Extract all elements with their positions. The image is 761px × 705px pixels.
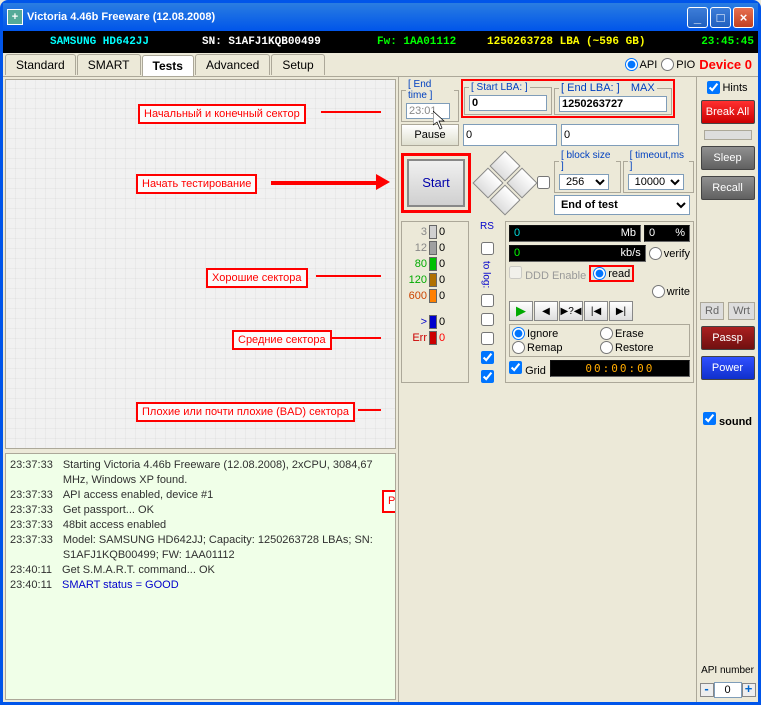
read-radio[interactable]: read <box>589 265 634 282</box>
prev-button[interactable]: ◀ <box>534 301 558 321</box>
startlba-input[interactable] <box>469 95 547 111</box>
maximize-button[interactable]: □ <box>710 7 731 28</box>
endlba-input[interactable] <box>559 96 667 112</box>
app-window: + Victoria 4.46b Freeware (12.08.2008) _… <box>0 0 761 705</box>
tab-setup[interactable]: Setup <box>271 54 324 75</box>
minimize-button[interactable]: _ <box>687 7 708 28</box>
tab-smart[interactable]: SMART <box>77 54 141 75</box>
progress-bar <box>704 130 752 140</box>
blocksize-select[interactable]: 256 <box>559 174 609 190</box>
apinum-input[interactable] <box>714 682 742 698</box>
timer-display: 00:00:00 <box>550 360 690 377</box>
startlba-field: [ Start LBA: ] <box>464 82 552 115</box>
breakall-button[interactable]: Break All <box>701 100 755 124</box>
block-legend: 30 120 800 1200 6000 >0 Err0 <box>401 221 469 383</box>
rw-indicators: RdWrt <box>700 302 755 320</box>
timeout-select[interactable]: 10000 <box>628 174 684 190</box>
remap-radio[interactable]: Remap <box>512 341 599 354</box>
titlebar[interactable]: + Victoria 4.46b Freeware (12.08.2008) _… <box>3 3 758 31</box>
recall-button[interactable]: Recall <box>701 176 755 200</box>
ddd-check[interactable]: DDD Enable <box>509 266 586 282</box>
nav-check[interactable] <box>537 176 550 189</box>
info-bar: SAMSUNG HD642JJ SN: S1AFJ1KQB00499 Fw: 1… <box>3 31 758 53</box>
restore-radio[interactable]: Restore <box>600 341 687 354</box>
tab-standard[interactable]: Standard <box>5 54 76 75</box>
drive-sn: SN: S1AFJ1KQB00499 <box>202 36 367 48</box>
drive-fw: Fw: 1AA01112 <box>377 36 477 48</box>
drive-lba: 1250263728 LBA (~596 GB) <box>487 36 688 48</box>
graph-area: Начальный и конечный сектор Начать тести… <box>5 79 396 449</box>
drive-model: SAMSUNG HD642JJ <box>7 36 192 48</box>
last-button[interactable]: ▶| <box>609 301 633 321</box>
apinum-minus[interactable]: - <box>700 683 714 697</box>
pause-button[interactable]: Pause <box>401 124 459 146</box>
verify-radio[interactable]: verify <box>649 247 690 260</box>
annot-bad: Плохие или почти плохие (BAD) сектора <box>136 402 355 422</box>
player-controls: ▶ ◀ ▶?◀ |◀ ▶| <box>509 301 690 321</box>
pio-radio[interactable]: PIO <box>661 58 695 71</box>
log-check-5[interactable] <box>481 351 494 364</box>
blocksize-field: [ block size ] 256 <box>554 150 621 193</box>
tab-bar: Standard SMART Tests Advanced Setup API … <box>3 53 758 77</box>
first-button[interactable]: |◀ <box>584 301 608 321</box>
endtime-input[interactable] <box>406 103 450 119</box>
tolog-label: to log: <box>481 261 494 288</box>
cur-lba-1[interactable] <box>463 124 557 146</box>
power-button[interactable]: Power <box>701 356 755 380</box>
start-highlight: Start <box>401 153 471 213</box>
annot-good: Хорошие сектора <box>206 268 308 288</box>
nav-diamond <box>475 153 533 213</box>
endtest-select[interactable]: End of test <box>554 195 690 215</box>
apinum-label: API number <box>701 665 754 676</box>
stats-panel: 0 Mb 0 % 0 kb/s verify DDD Enable read w… <box>505 221 694 383</box>
api-radio[interactable]: API <box>625 58 658 71</box>
erase-radio[interactable]: Erase <box>600 327 687 340</box>
cur-lba-2[interactable] <box>561 124 679 146</box>
tab-tests[interactable]: Tests <box>142 55 194 76</box>
log-check-1[interactable] <box>481 242 494 255</box>
annot-start: Начать тестирование <box>136 174 257 194</box>
sleep-button[interactable]: Sleep <box>701 146 755 170</box>
endlba-field: [ End LBA: ] MAX <box>554 82 672 115</box>
title-text: Victoria 4.46b Freeware (12.08.2008) <box>27 11 687 23</box>
close-button[interactable]: × <box>733 7 754 28</box>
random-button[interactable]: ▶?◀ <box>559 301 583 321</box>
device-label: Device 0 <box>699 57 752 72</box>
clock: 23:45:45 <box>698 36 754 48</box>
app-icon: + <box>7 9 23 25</box>
timeout-field: [ timeout,ms ] 10000 <box>623 150 694 193</box>
apinum-plus[interactable]: + <box>742 683 756 697</box>
log-check-3[interactable] <box>481 313 494 326</box>
start-button[interactable]: Start <box>407 159 465 207</box>
apinum-spinner[interactable]: - + <box>700 682 756 698</box>
tab-advanced[interactable]: Advanced <box>195 54 270 75</box>
right-panel: Hints Break All Sleep Recall RdWrt Passp… <box>696 77 758 702</box>
annot-range: Начальный и конечный сектор <box>138 104 306 124</box>
annot-readonly: Режим только чтение <box>382 490 396 513</box>
log-check-2[interactable] <box>481 294 494 307</box>
endtime-field: [ End time ] <box>401 79 459 122</box>
play-button[interactable]: ▶ <box>509 301 533 321</box>
log-check-4[interactable] <box>481 332 494 345</box>
log-area[interactable]: 23:37:33Starting Victoria 4.46b Freeware… <box>5 453 396 700</box>
annot-medium: Средние сектора <box>232 330 332 350</box>
controls-panel: [ End time ] [ Start LBA: ] [ End LBA: ]… <box>398 77 696 702</box>
ignore-radio[interactable]: Ignore <box>512 327 599 340</box>
log-check-6[interactable] <box>481 370 494 383</box>
passp-button[interactable]: Passp <box>701 326 755 350</box>
write-radio[interactable]: write <box>652 285 690 298</box>
rs-link[interactable]: RS <box>480 221 494 232</box>
grid-check[interactable]: Grid <box>509 361 546 377</box>
sound-check[interactable]: sound <box>703 412 752 428</box>
hints-check[interactable]: Hints <box>707 81 747 94</box>
